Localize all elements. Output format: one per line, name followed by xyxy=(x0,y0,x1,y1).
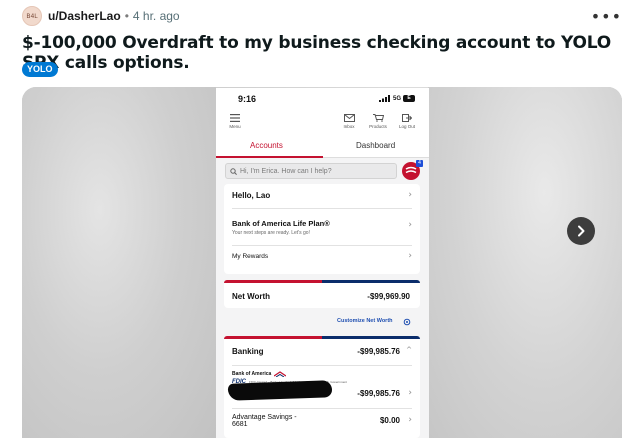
greeting-text: Hello, Lao xyxy=(232,191,271,200)
status-indicators: 5G E xyxy=(378,95,415,102)
greeting-row[interactable]: Hello, Lao › xyxy=(224,184,420,208)
gear-icon[interactable] xyxy=(403,318,411,326)
savings-balance: $0.00 xyxy=(379,416,400,425)
life-plan-subtitle: Your next steps are ready. Let's go! xyxy=(232,230,310,236)
account-tabs: Accounts Dashboard xyxy=(216,134,429,158)
next-image-button[interactable] xyxy=(567,217,595,245)
menu-label: Menu xyxy=(229,124,241,129)
rewards-row[interactable]: My Rewards › xyxy=(224,246,420,268)
rewards-label: My Rewards xyxy=(232,253,269,260)
chevron-up-icon[interactable]: ^ xyxy=(406,346,412,354)
products-label: Products xyxy=(369,124,387,129)
signal-icon xyxy=(378,95,390,102)
post-time: 4 hr. ago xyxy=(132,9,180,23)
network-label: 5G xyxy=(392,95,401,102)
brand-stripe xyxy=(224,280,420,283)
erica-button[interactable]: 4 xyxy=(402,160,423,180)
chevron-right-icon: › xyxy=(408,220,412,230)
status-bar: 9:16 5G E xyxy=(216,88,429,112)
chevron-right-icon xyxy=(578,225,585,237)
tab-dashboard[interactable]: Dashboard xyxy=(356,141,395,150)
separator: • xyxy=(124,9,129,23)
app-nav: Menu Inbox Products Log Out xyxy=(216,112,429,134)
status-time: 9:16 xyxy=(238,94,257,104)
erica-search-input[interactable]: Hi, I'm Erica. How can I help? xyxy=(225,163,397,179)
life-plan-row[interactable]: Bank of America Life Plan® Your next ste… xyxy=(224,209,420,245)
logout-label: Log Out xyxy=(398,124,415,129)
banking-header-row[interactable]: Banking -$99,985.76 ^ xyxy=(224,339,420,359)
author-link[interactable]: u/DasherLao xyxy=(48,9,121,23)
menu-button[interactable]: Menu xyxy=(220,114,250,129)
chevron-right-icon: › xyxy=(408,415,412,425)
hamburger-icon xyxy=(230,114,240,122)
net-worth-card[interactable]: Net Worth -$99,969.90 xyxy=(224,280,420,308)
banking-total: -$99,985.76 xyxy=(357,347,400,356)
chevron-right-icon: › xyxy=(408,190,412,200)
post-header: B4L u/DasherLao • 4 hr. ago ••• xyxy=(22,5,640,27)
bofa-flag-icon xyxy=(274,371,287,377)
avatar[interactable]: B4L xyxy=(22,6,42,26)
mail-icon xyxy=(343,114,355,122)
battery-icon: E xyxy=(403,95,415,102)
cart-icon xyxy=(372,114,384,122)
net-worth-label: Net Worth xyxy=(232,292,271,301)
notification-badge: 4 xyxy=(416,160,423,167)
search-icon xyxy=(230,167,237,175)
search-row: Hi, I'm Erica. How can I help? 4 xyxy=(216,158,429,184)
tab-accounts[interactable]: Accounts xyxy=(250,141,283,150)
overview-card: Hello, Lao › Bank of America Life Plan® … xyxy=(224,184,420,274)
post-title: $-100,000 Overdraft to my business check… xyxy=(22,33,612,73)
net-worth-value: -$99,969.90 xyxy=(367,292,410,301)
logout-icon xyxy=(402,114,412,122)
inbox-label: Inbox xyxy=(343,124,355,129)
bank-name: Bank of America xyxy=(232,371,272,377)
checking-balance: -$99,985.76 xyxy=(357,389,400,398)
search-placeholder: Hi, I'm Erica. How can I help? xyxy=(240,167,332,175)
post-flair[interactable]: YOLO xyxy=(22,62,58,77)
phone-screenshot: 9:16 5G E Menu Inbox Products Log Out Ac… xyxy=(216,88,429,438)
chevron-right-icon: › xyxy=(408,251,412,261)
customize-net-worth-link[interactable]: Customize Net Worth xyxy=(337,318,393,324)
products-button[interactable]: Products xyxy=(363,114,393,129)
customize-row: Customize Net Worth xyxy=(216,318,429,330)
more-options-button[interactable]: ••• xyxy=(591,7,622,26)
logout-button[interactable]: Log Out xyxy=(392,114,422,129)
inbox-button[interactable]: Inbox xyxy=(334,114,364,129)
redaction-mark xyxy=(227,380,333,401)
savings-account-row[interactable]: Advantage Savings - 6681 $0.00 › xyxy=(224,409,420,438)
life-plan-title: Bank of America Life Plan® xyxy=(232,219,330,228)
chevron-right-icon: › xyxy=(408,388,412,398)
